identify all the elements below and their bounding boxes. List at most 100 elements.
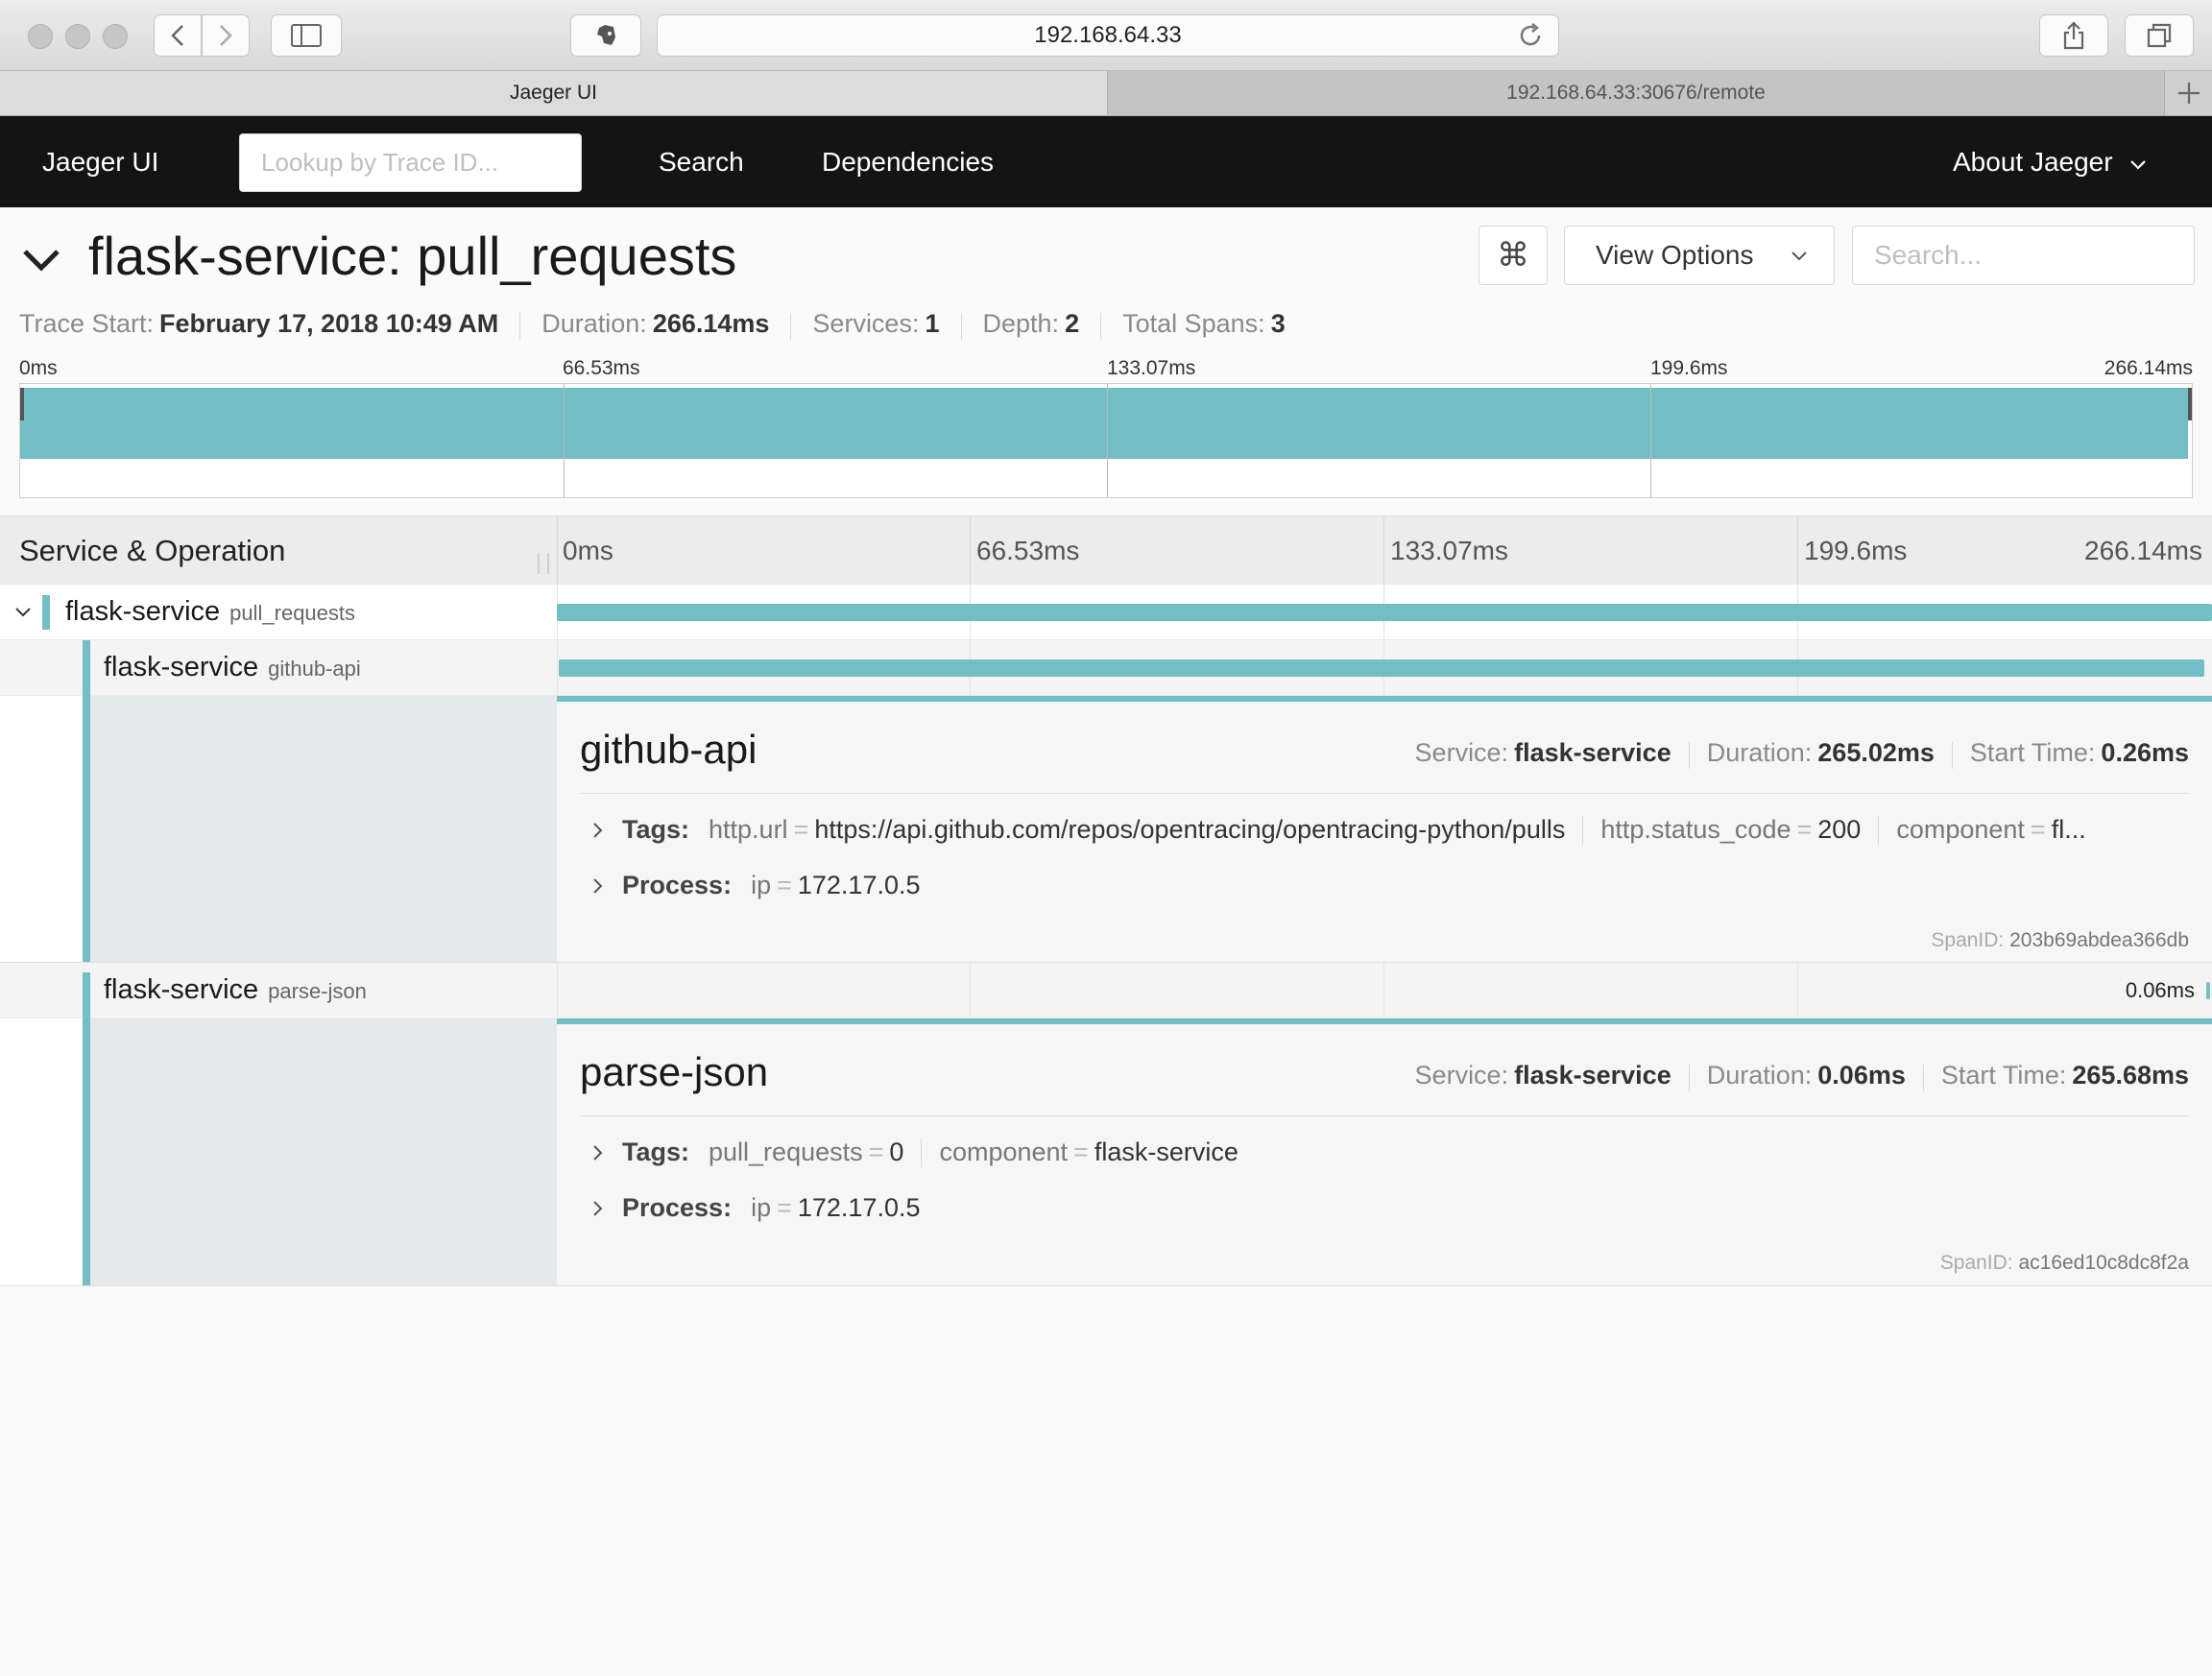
about-jaeger-menu[interactable]: About Jaeger [1953, 116, 2147, 207]
detail-title: github-api [580, 727, 757, 772]
span-row[interactable]: flask-service pull_requests [0, 585, 2212, 640]
span-duration-label: 0.06ms [2125, 978, 2195, 1002]
span-id: SpanID: ac16ed10c8dc8f2a [1940, 1252, 2189, 1275]
span-id-value: ac16ed10c8dc8f2a [2018, 1252, 2190, 1274]
detail-duration-label: Duration: [1706, 738, 1813, 767]
detail-start-label: Start Time: [1940, 1061, 2067, 1089]
trace-minimap[interactable] [19, 383, 2193, 498]
tag-value: flask-service [1094, 1137, 1238, 1166]
span-name[interactable]: flask-service github-api [104, 640, 361, 696]
span-service: flask-service [65, 596, 221, 627]
detail-service-value: flask-service [1514, 738, 1671, 767]
timeline-gridline [557, 640, 558, 696]
view-options-dropdown[interactable]: View Options [1564, 226, 1835, 285]
span-bar[interactable] [559, 659, 2204, 677]
trace-start-value: February 17, 2018 10:49 AM [159, 309, 499, 338]
minimap-left-handle[interactable] [20, 388, 24, 420]
detail-service-label: Service: [1414, 738, 1509, 767]
trace-id-lookup-input[interactable] [239, 133, 582, 192]
nav-search-link[interactable]: Search [659, 116, 744, 207]
trace-duration-label: Duration: [541, 309, 647, 338]
tag-key: pull_requests [709, 1137, 863, 1166]
process-label: Process: [622, 1193, 733, 1222]
trace-start-label: Trace Start: [19, 309, 155, 338]
detail-service-label: Service: [1414, 1061, 1509, 1089]
process-row[interactable]: Process: ip = 172.17.0.5 [588, 871, 921, 900]
tags-label: Tags: [622, 1137, 690, 1166]
extension-button[interactable] [570, 14, 641, 57]
span-row[interactable]: flask-service github-api [0, 640, 2212, 696]
process-value: 172.17.0.5 [797, 871, 921, 899]
tabs-overview-button[interactable] [2125, 14, 2194, 57]
trace-services-label: Services: [812, 309, 920, 338]
trace-spans-label: Total Spans: [1122, 309, 1265, 338]
collapse-trace-icon[interactable] [21, 240, 61, 280]
chevron-left-icon [171, 25, 183, 46]
keyboard-shortcuts-button[interactable]: ⌘ [1479, 226, 1548, 285]
chevron-down-icon[interactable] [13, 604, 33, 621]
span-detail-panel: parse-json Service: flask-service Duratio… [0, 1018, 2212, 1286]
tags-row[interactable]: Tags: http.url = https://api.github.com/re… [588, 815, 2086, 845]
nav-dependencies-link[interactable]: Dependencies [822, 116, 994, 207]
minimap-tick-label: 133.07ms [1107, 357, 1196, 379]
chevron-right-icon[interactable] [588, 820, 609, 841]
span-tree-line [83, 696, 90, 962]
span-name[interactable]: flask-service pull_requests [65, 585, 355, 640]
span-id: SpanID: 203b69abdea366db [1931, 929, 2189, 952]
span-id-label: SpanID: [1931, 929, 2005, 951]
tags-label: Tags: [622, 815, 690, 844]
share-icon [2063, 21, 2084, 50]
trace-duration-value: 266.14ms [652, 309, 770, 338]
divider [580, 1115, 2189, 1116]
chevron-right-icon[interactable] [588, 1198, 609, 1219]
detail-meta: Service: flask-service Duration: 0.06ms St… [1415, 1061, 2189, 1091]
close-window-button[interactable] [28, 24, 53, 49]
chevron-right-icon[interactable] [588, 1142, 609, 1163]
minimap-span-bar [20, 388, 2188, 459]
detail-duration-value: 265.02ms [1817, 738, 1935, 767]
address-bar[interactable]: 192.168.64.33 [657, 14, 1559, 57]
trace-search-input[interactable] [1852, 226, 2195, 285]
detail-indent [0, 696, 557, 962]
timeline-gridline [1797, 963, 1798, 1018]
tag-value: 200 [1817, 815, 1862, 844]
process-row[interactable]: Process: ip = 172.17.0.5 [588, 1193, 921, 1223]
back-button[interactable] [154, 14, 202, 57]
brand-link[interactable]: Jaeger UI [42, 116, 158, 207]
minimap-gridline [564, 384, 565, 497]
tag-key: http.status_code [1600, 815, 1791, 844]
detail-indent-fill [86, 1018, 557, 1285]
timeline-tick-label: 266.14ms [2084, 536, 2202, 565]
detail-start-value: 0.26ms [2101, 738, 2189, 767]
service-color-marker [42, 595, 50, 630]
sidebar-toggle-button[interactable] [271, 14, 342, 57]
timeline-header: Service & Operation 0ms 66.53ms 133.07ms… [0, 515, 2212, 586]
timeline-gridline [970, 516, 971, 585]
about-jaeger-label: About Jaeger [1953, 147, 2113, 177]
zoom-window-button[interactable] [103, 24, 128, 49]
share-button[interactable] [2039, 14, 2108, 57]
browser-tab-remote[interactable]: 192.168.64.33:30676/remote [1108, 71, 2164, 115]
column-resizer[interactable] [538, 553, 549, 574]
process-key: ip [751, 1193, 772, 1222]
chevron-right-icon[interactable] [588, 875, 609, 897]
forward-button[interactable] [202, 14, 250, 57]
trace-depth-label: Depth: [982, 309, 1060, 338]
browser-tab-jaeger[interactable]: Jaeger UI [0, 71, 1108, 115]
detail-indent-fill [86, 696, 557, 962]
new-tab-button[interactable] [2164, 71, 2212, 115]
chevron-down-icon [1791, 251, 1807, 261]
sidebar-icon [291, 24, 322, 47]
span-row[interactable]: flask-service parse-json 0.06ms [0, 963, 2212, 1018]
span-bar[interactable] [2206, 982, 2210, 999]
trace-depth-value: 2 [1065, 309, 1080, 338]
tag-value: fl... [2051, 815, 2086, 844]
span-bar[interactable] [557, 604, 2212, 621]
span-name[interactable]: flask-service parse-json [104, 963, 367, 1018]
minimize-window-button[interactable] [65, 24, 90, 49]
reload-icon[interactable] [1516, 21, 1545, 50]
tags-row[interactable]: Tags: pull_requests = 0 component = flask-se… [588, 1137, 1238, 1167]
minimap-right-handle[interactable] [2188, 388, 2192, 420]
minimap-tick-label: 0ms [19, 357, 58, 379]
tag-value: 0 [889, 1137, 904, 1166]
